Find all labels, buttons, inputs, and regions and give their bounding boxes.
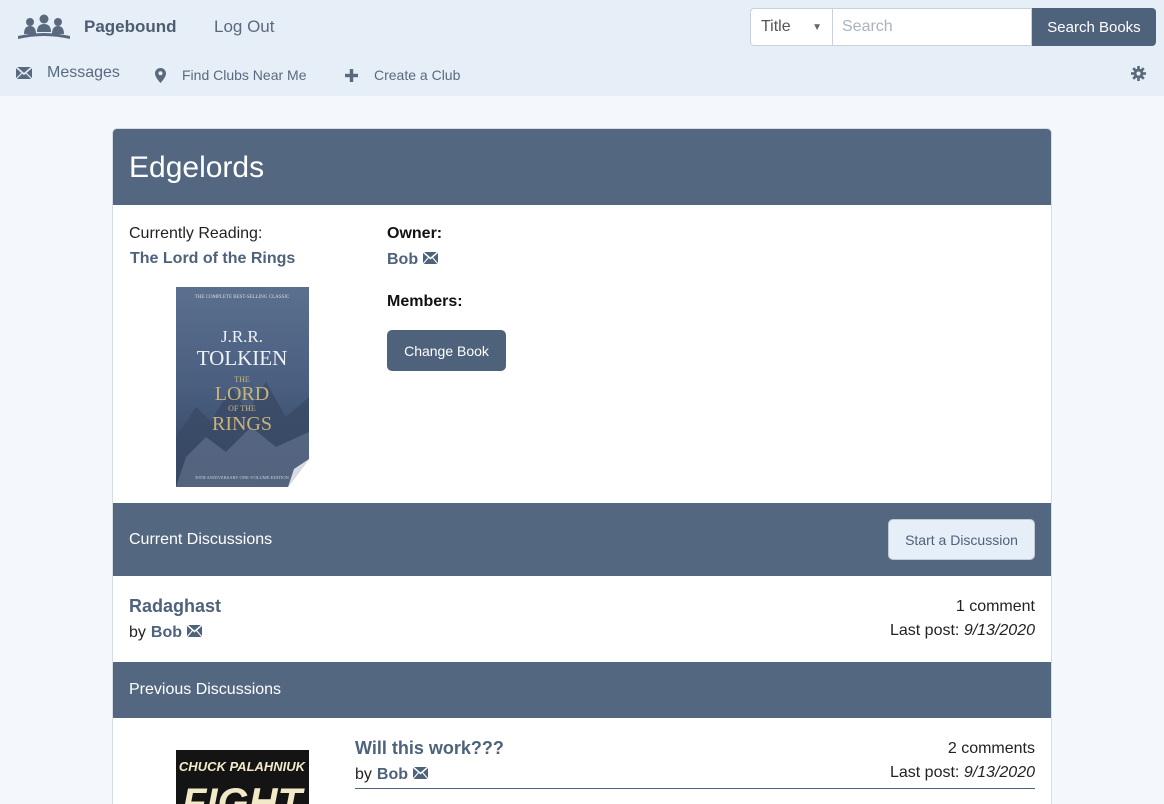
cover-author: CHUCK PALAHNIUK [179,759,307,774]
brand-link[interactable]: Pagebound [16,12,177,42]
search-type-select[interactable]: Title ▼ [750,8,832,46]
envelope-icon[interactable] [412,766,429,784]
owner-link[interactable]: Bob [387,251,418,269]
envelope-icon[interactable] [186,624,203,642]
cover-title: FIGHT [182,781,306,804]
last-post: Last post: 9/13/2020 [890,764,1035,782]
top-navbar: Pagebound Log Out Title ▼ Search Books M… [0,0,1164,96]
create-club-label: Create a Club [374,67,461,83]
change-book-button[interactable]: Change Book [387,330,506,371]
logout-link[interactable]: Log Out [214,17,275,37]
book-cover-image[interactable]: THE COMPLETE BEST-SELLING CLASSIC J.R.R.… [176,287,309,487]
book-club-logo-icon [18,14,70,39]
previous-discussions-header: Previous Discussions [113,662,1051,718]
currently-reading-label: Currently Reading: [129,225,263,242]
divider [355,788,1035,789]
book-cover-image[interactable]: CHUCK PALAHNIUK FIGHT [176,750,309,804]
owner-row: Bob [387,251,439,269]
cover-author-line2: TOLKIEN [197,346,288,370]
discussion-author: by Bob [129,624,203,642]
last-post: Last post: 9/13/2020 [890,622,1035,640]
comment-count: 1 comment [955,598,1035,615]
current-book-link[interactable]: The Lord of the Rings [130,250,295,268]
map-marker-icon [155,67,166,83]
discussion-title-link[interactable]: Will this work??? [355,738,504,759]
envelope-icon[interactable] [422,251,439,269]
current-discussions-header: Current Discussions Start a Discussion [113,503,1051,576]
cover-top-line: THE COMPLETE BEST-SELLING CLASSIC [195,295,290,300]
search-type-value: Title [761,18,791,35]
club-info: Currently Reading: The Lord of the Rings… [113,205,1051,503]
brand-name: Pagebound [84,17,177,36]
author-link[interactable]: Bob [377,766,408,784]
cover-author-line1: J.R.R. [221,327,263,346]
current-discussions-title: Current Discussions [129,531,273,548]
chevron-down-icon: ▼ [812,21,822,33]
owner-label: Owner: [387,225,443,242]
cover-title-line2: LORD [215,383,269,405]
last-post-date: 9/13/2020 [963,622,1035,639]
create-club-link[interactable]: Create a Club [345,67,460,83]
list-item: Radaghast by Bob 1 comment Last post: 9/… [113,576,1051,662]
list-item: CHUCK PALAHNIUK FIGHT Will this work??? … [113,718,1051,804]
messages-link[interactable]: Messages [16,64,120,82]
cover-title-line3: OF THE [228,404,256,413]
messages-label: Messages [47,64,120,81]
start-discussion-button[interactable]: Start a Discussion [888,519,1035,560]
by-label: by [355,766,372,783]
last-post-date: 9/13/2020 [963,764,1035,781]
plus-icon [345,68,358,82]
find-clubs-link[interactable]: Find Clubs Near Me [155,67,307,83]
discussion-title-link[interactable]: Radaghast [129,596,221,617]
previous-discussions-title: Previous Discussions [129,681,282,698]
author-link[interactable]: Bob [151,624,182,642]
cover-bottom-line: 50TH ANNIVERSARY ONE-VOLUME EDITION [195,475,289,480]
cover-title-line4: RINGS [212,413,272,435]
club-name: Edgelords [113,129,1051,205]
discussion-author: by Bob [355,766,429,784]
find-clubs-label: Find Clubs Near Me [182,67,307,83]
by-label: by [129,624,146,641]
club-card: Edgelords Currently Reading: The Lord of… [112,128,1052,804]
search-form: Title ▼ Search Books [750,8,1156,46]
gear-icon[interactable] [1131,66,1146,86]
last-post-label: Last post: [889,622,960,639]
search-input[interactable] [832,8,1032,46]
comment-count: 2 comments [947,740,1035,757]
envelope-icon [16,67,32,79]
last-post-label: Last post: [889,764,960,781]
search-books-button[interactable]: Search Books [1032,8,1156,46]
members-label: Members: [387,293,463,310]
